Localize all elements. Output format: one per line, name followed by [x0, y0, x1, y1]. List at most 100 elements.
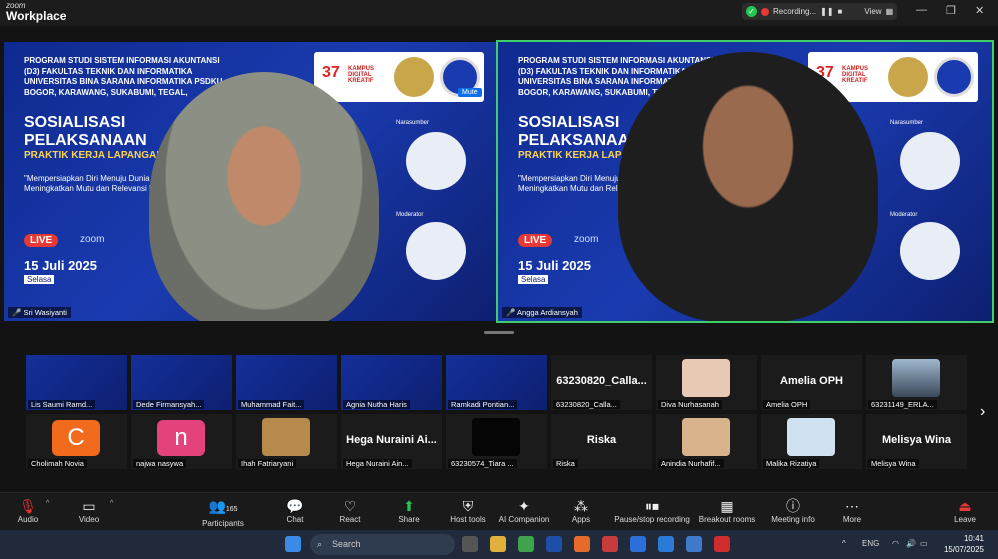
- tray-chevron-icon[interactable]: ^: [842, 539, 846, 548]
- react-label: React: [339, 515, 361, 524]
- restore-icon[interactable]: ❐: [946, 4, 956, 17]
- pause-recording-icon[interactable]: ❚❚: [820, 7, 833, 16]
- thumb-big-name: Melisya Wina: [882, 434, 951, 446]
- word-icon[interactable]: [546, 536, 562, 552]
- firefox-icon[interactable]: [574, 536, 590, 552]
- participant-thumb[interactable]: Agnia Nutha Haris: [341, 355, 442, 410]
- slide-day: Selasa: [518, 275, 549, 284]
- thumb-name: Agnia Nutha Haris: [343, 400, 410, 409]
- video-tile-angga-ardiansyah[interactable]: PROGRAM STUDI SISTEM INFORMASI AKUNTANSI…: [496, 40, 994, 323]
- thumb-big-name: 63230820_Calla...: [556, 375, 647, 387]
- participant-thumb[interactable]: 63231149_ERLA...: [866, 355, 967, 410]
- tile-name-label: 🎤 Angga Ardiansyah: [502, 307, 582, 318]
- video-options-chevron-icon[interactable]: ^: [110, 500, 113, 507]
- speaker-photo: [406, 132, 466, 190]
- breakout-label: Breakout rooms: [698, 515, 756, 524]
- view-button[interactable]: View: [864, 7, 881, 16]
- slide-title-1: SOSIALISASI: [24, 114, 126, 131]
- meeting-info-label: Meeting info: [771, 515, 815, 524]
- participant-photo: [787, 418, 835, 456]
- participant-thumb[interactable]: Diva Nurhasanah: [656, 355, 757, 410]
- thumb-name: Anindia Nurhafif...: [658, 459, 724, 468]
- thumb-big-name: Riska: [586, 434, 617, 446]
- language-indicator[interactable]: ENG: [862, 539, 879, 548]
- participant-thumb[interactable]: 63230574_Tiara ...: [446, 414, 547, 469]
- mute-tooltip[interactable]: Mute: [458, 88, 482, 97]
- app-icon[interactable]: [602, 536, 618, 552]
- task-view-icon[interactable]: [462, 536, 478, 552]
- thumb-name: Ramkadi Pontian...: [448, 400, 518, 409]
- logo-text: KAMPUS DIGITAL KREATIF: [842, 66, 869, 84]
- participant-thumb[interactable]: 63230820_Calla... 63230820_Calla...: [551, 355, 652, 410]
- participant-thumb[interactable]: Riska Riska: [551, 414, 652, 469]
- thumb-name: Diva Nurhasanah: [658, 400, 722, 409]
- leave-button[interactable]: ⏏ Leave: [930, 497, 998, 524]
- avatar-initial: C: [52, 420, 100, 456]
- security-shield-icon[interactable]: ✓: [746, 6, 757, 17]
- thumb-name: 63230820_Calla...: [553, 400, 620, 409]
- participant-thumb[interactable]: Dede Firmansyah...: [131, 355, 232, 410]
- next-page-chevron-icon[interactable]: ›: [980, 403, 985, 421]
- zoom-app-icon[interactable]: [630, 536, 646, 552]
- live-badge: LIVE: [24, 234, 59, 247]
- logo-bottom-text: Workplace: [6, 9, 67, 23]
- slide-header: PROGRAM STUDI SISTEM INFORMASI AKUNTANSI…: [24, 56, 223, 97]
- participant-thumb[interactable]: Ihah Fatriaryani: [236, 414, 337, 469]
- taskbar-search[interactable]: ⌕ Search: [310, 534, 455, 555]
- participant-thumb[interactable]: Malika Rizatiya: [761, 414, 862, 469]
- file-explorer-icon[interactable]: [490, 536, 506, 552]
- taskbar-clock[interactable]: 10:41 15/07/2025: [944, 533, 984, 555]
- participant-thumb[interactable]: Ramkadi Pontian...: [446, 355, 547, 410]
- moderator-label: Moderator: [396, 212, 424, 218]
- zoom-text-logo: zoom: [80, 234, 105, 245]
- zoom-logo: zoom Workplace: [6, 1, 67, 23]
- wifi-icon[interactable]: ◠: [892, 539, 899, 548]
- ai-companion-label: AI Companion: [498, 515, 550, 524]
- participant-thumb[interactable]: Lis Saumi Ramd...: [26, 355, 127, 410]
- share-label: Share: [398, 515, 420, 524]
- volume-icon[interactable]: 🔊: [906, 539, 916, 548]
- video-button[interactable]: ▭ Video: [54, 497, 124, 524]
- slide-date: 15 Juli 2025: [518, 258, 591, 273]
- speaker-photo: [900, 132, 960, 190]
- video-tile-sri-wasiyanti[interactable]: PROGRAM STUDI SISTEM INFORMASI AKUNTANSI…: [4, 42, 498, 321]
- apps-button[interactable]: ⁂ Apps: [546, 497, 616, 524]
- leave-label: Leave: [954, 515, 976, 524]
- slide-title-3: PRAKTIK KERJA LAPANGAN: [24, 150, 164, 161]
- start-icon[interactable]: [285, 536, 301, 552]
- narasumber-label: Narasumber: [396, 120, 430, 126]
- chrome-icon[interactable]: [518, 536, 534, 552]
- app-icon[interactable]: [714, 536, 730, 552]
- recording-indicator[interactable]: ✓ Recording... ❚❚ ■ View ▦: [742, 3, 897, 20]
- battery-icon[interactable]: ▭: [920, 539, 928, 548]
- participant-photo: [262, 418, 310, 456]
- pause-stop-recording-button[interactable]: ⏸⏹ Pause/stop recording: [609, 497, 695, 524]
- participant-thumb[interactable]: Anindia Nurhafif...: [656, 414, 757, 469]
- view-grid-icon[interactable]: ▦: [886, 7, 894, 16]
- participant-photo: [682, 359, 730, 397]
- participant-thumb[interactable]: Hega Nuraini Ai... Hega Nuraini Ain...: [341, 414, 442, 469]
- participant-thumb[interactable]: n najwa nasywa: [131, 414, 232, 469]
- participant-thumb[interactable]: Melisya Wina Melisya Wina: [866, 414, 967, 469]
- breakout-rooms-button[interactable]: ▦ Breakout rooms: [692, 497, 762, 524]
- participant-thumb[interactable]: Muhammad Fait...: [236, 355, 337, 410]
- app-icon[interactable]: [658, 536, 674, 552]
- more-button[interactable]: ⋯ More: [817, 497, 887, 524]
- close-icon[interactable]: ✕: [975, 4, 984, 17]
- audio-options-chevron-icon[interactable]: ^: [46, 500, 49, 507]
- thumb-name: Cholimah Novia: [28, 459, 87, 468]
- participants-label: Participants: [202, 519, 244, 528]
- participant-thumb[interactable]: C Cholimah Novia: [26, 414, 127, 469]
- tile-name: Sri Wasiyanti: [23, 308, 67, 317]
- app-icon[interactable]: [686, 536, 702, 552]
- participant-video-man: [618, 52, 878, 321]
- thumb-name: Lis Saumi Ramd...: [28, 400, 96, 409]
- resize-handle[interactable]: [484, 331, 514, 334]
- tile-name: Angga Ardiansyah: [517, 308, 578, 317]
- participants-button[interactable]: 👥165 Participants: [188, 497, 258, 528]
- participant-thumb[interactable]: Amelia OPH Amelia OPH: [761, 355, 862, 410]
- stop-recording-icon[interactable]: ■: [838, 7, 843, 16]
- minimize-icon[interactable]: —: [916, 4, 927, 16]
- university-seal-icon: [888, 57, 928, 97]
- tile-name-label: 🎤 Sri Wasiyanti: [8, 307, 71, 318]
